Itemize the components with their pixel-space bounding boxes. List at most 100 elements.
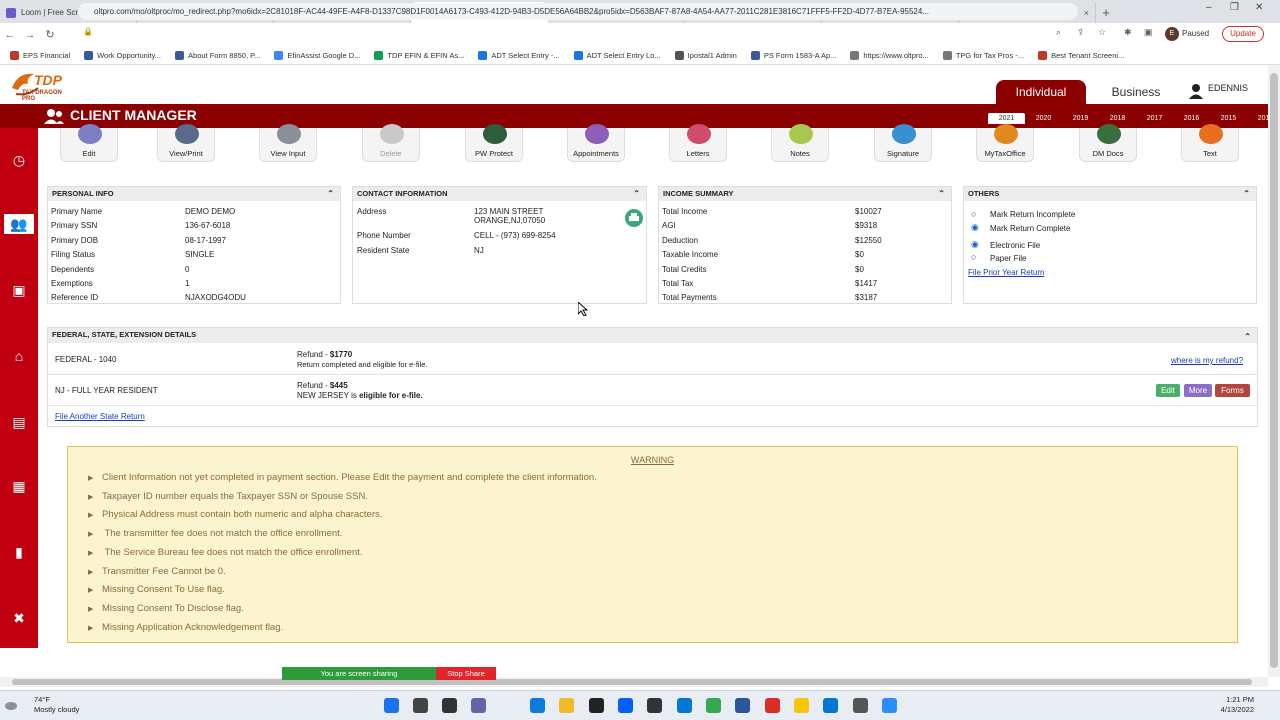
- mail-icon[interactable]: [677, 698, 692, 713]
- extensions-icon[interactable]: ✱: [1124, 27, 1132, 38]
- bookmark-item[interactable]: ADT Select Entry -...: [478, 50, 560, 60]
- book-icon[interactable]: ▮: [9, 542, 29, 562]
- calendar-icon[interactable]: [823, 698, 838, 713]
- letters-button[interactable]: Letters: [669, 124, 727, 162]
- state-forms-button[interactable]: Forms: [1215, 384, 1250, 397]
- windows-start-icon[interactable]: [384, 698, 399, 713]
- collapse-icon[interactable]: ⌃: [633, 187, 640, 201]
- signature-button[interactable]: Signature: [874, 124, 932, 162]
- document-icon[interactable]: ▤: [9, 412, 29, 432]
- bookmark-item[interactable]: Work Opportunity...: [84, 50, 161, 60]
- paper-file-label[interactable]: Paper File: [990, 254, 1026, 263]
- electronic-file-label[interactable]: Electronic File: [990, 241, 1040, 250]
- star-icon[interactable]: ☆: [1098, 27, 1106, 38]
- collapse-icon[interactable]: ⌃: [327, 187, 334, 201]
- bag-icon[interactable]: ▣: [9, 280, 29, 300]
- bookmark-item[interactable]: ADT Select Entry Lo...: [573, 50, 661, 60]
- maximize-icon[interactable]: ❐: [1230, 2, 1239, 13]
- file-prior-year-link[interactable]: File Prior Year Return: [968, 268, 1044, 277]
- dropbox-icon[interactable]: [618, 698, 633, 713]
- task-view-icon[interactable]: [442, 698, 457, 713]
- bookmark-item[interactable]: TDP EFIN & EFIN As...: [374, 50, 464, 60]
- year-tab-2018[interactable]: 2018: [1099, 115, 1136, 124]
- tab-individual[interactable]: Individual: [996, 80, 1086, 104]
- calculator-icon[interactable]: [853, 698, 868, 713]
- chrome-icon[interactable]: [706, 698, 721, 713]
- view-input-button[interactable]: View Input: [259, 124, 317, 162]
- clock-time[interactable]: 1:21 PM: [1210, 695, 1254, 705]
- delete-button[interactable]: Delete: [362, 124, 420, 162]
- text-button[interactable]: Text: [1181, 124, 1239, 162]
- collapse-icon[interactable]: ⌃: [938, 187, 945, 201]
- url-input[interactable]: oltpro.com/mo/oltproc/mo_redirect.php?mo…: [78, 3, 1078, 20]
- collapse-icon[interactable]: ⌃: [1244, 330, 1251, 344]
- year-tab-2020[interactable]: 2020: [1025, 115, 1062, 124]
- state-more-button[interactable]: More: [1184, 384, 1212, 397]
- year-tab-2021[interactable]: 2021: [988, 113, 1025, 124]
- year-tab-2016[interactable]: 2016: [1173, 115, 1210, 124]
- file-explorer-icon[interactable]: [559, 698, 574, 713]
- bookmark-item[interactable]: EfinAssist Google D...: [274, 50, 360, 60]
- edge-icon[interactable]: [530, 698, 545, 713]
- radio-complete[interactable]: ◉: [971, 222, 979, 233]
- reload-icon[interactable]: ↻: [40, 28, 60, 41]
- mark-incomplete-label[interactable]: Mark Return Incomplete: [990, 210, 1075, 219]
- zoom-chat-icon[interactable]: [471, 698, 486, 713]
- bookmark-item[interactable]: Best Tenant Screeni...: [1038, 50, 1124, 60]
- view-print-button[interactable]: View/Print: [157, 124, 215, 162]
- share-icon[interactable]: ⇪: [1077, 27, 1085, 38]
- radio-incomplete[interactable]: ○: [971, 209, 976, 219]
- user-icon[interactable]: [1188, 83, 1204, 99]
- vertical-scrollbar[interactable]: [1268, 65, 1280, 677]
- logo[interactable]: TDP TAX DRAGON PRO: [8, 68, 72, 102]
- lock-icon[interactable]: 🔒: [83, 27, 93, 36]
- office-icon[interactable]: ⌂: [9, 346, 29, 366]
- forward-icon[interactable]: →: [20, 29, 40, 41]
- profile-avatar[interactable]: E: [1165, 27, 1179, 41]
- zoom-icon[interactable]: ⌕: [1056, 27, 1061, 38]
- dm-docs-button[interactable]: DM Docs: [1079, 124, 1137, 162]
- where-is-my-refund-link[interactable]: where is my refund?: [1171, 356, 1243, 365]
- pdf-icon[interactable]: [765, 698, 780, 713]
- year-tab-2019[interactable]: 2019: [1062, 115, 1099, 124]
- radio-paper[interactable]: ○: [971, 252, 976, 262]
- tab-close-icon[interactable]: ×: [1084, 8, 1089, 18]
- word-icon[interactable]: [735, 698, 750, 713]
- scroll-thumb[interactable]: [12, 679, 1252, 685]
- notes-button[interactable]: Notes: [771, 124, 829, 162]
- new-tab-button[interactable]: +: [1096, 2, 1116, 23]
- tools-icon[interactable]: ✖: [9, 608, 29, 628]
- radio-electronic[interactable]: ◉: [971, 239, 979, 250]
- bookmark-item[interactable]: TPG for Tax Pros -...: [942, 50, 1024, 60]
- bookmark-item[interactable]: About Form 8850, P...: [175, 50, 260, 60]
- bookmark-item[interactable]: Ipostal1 Admin: [674, 50, 737, 60]
- paused-label[interactable]: Paused: [1182, 27, 1209, 41]
- printer-icon[interactable]: [624, 208, 644, 228]
- horizontal-scrollbar[interactable]: [0, 677, 1268, 687]
- bookmark-item[interactable]: https://www.oltpro...: [850, 50, 929, 60]
- state-edit-button[interactable]: Edit: [1156, 384, 1180, 397]
- clock-date[interactable]: 4/13/2022: [1210, 705, 1254, 715]
- zoom-icon[interactable]: [882, 698, 897, 713]
- search-icon[interactable]: [413, 698, 428, 713]
- bookmark-item[interactable]: EPS Financial: [10, 50, 70, 60]
- collapse-icon[interactable]: ⌃: [1243, 187, 1250, 201]
- mark-complete-label[interactable]: Mark Return Complete: [990, 224, 1070, 233]
- amazon-icon[interactable]: [589, 698, 604, 713]
- clipboard-icon[interactable]: ▦: [9, 476, 29, 496]
- username-label[interactable]: EDENNIS: [1208, 83, 1248, 93]
- notes-icon[interactable]: [794, 698, 809, 713]
- dashboard-icon[interactable]: ◷: [9, 150, 29, 170]
- screen-sharing-indicator[interactable]: You are screen sharing: [282, 667, 436, 680]
- app-icon[interactable]: [647, 698, 662, 713]
- minimize-icon[interactable]: –: [1206, 2, 1212, 13]
- appointments-button[interactable]: Appointments: [567, 124, 625, 162]
- clients-icon[interactable]: 👥: [4, 214, 34, 234]
- back-icon[interactable]: ←: [0, 29, 20, 41]
- update-button[interactable]: Update: [1222, 26, 1264, 42]
- sidepanel-icon[interactable]: ▣: [1144, 27, 1153, 38]
- year-tab-2017[interactable]: 2017: [1136, 115, 1173, 124]
- tab-business[interactable]: Business: [1096, 80, 1176, 104]
- scroll-thumb[interactable]: [1270, 73, 1278, 668]
- pw-protect-button[interactable]: PW Protect: [465, 124, 523, 162]
